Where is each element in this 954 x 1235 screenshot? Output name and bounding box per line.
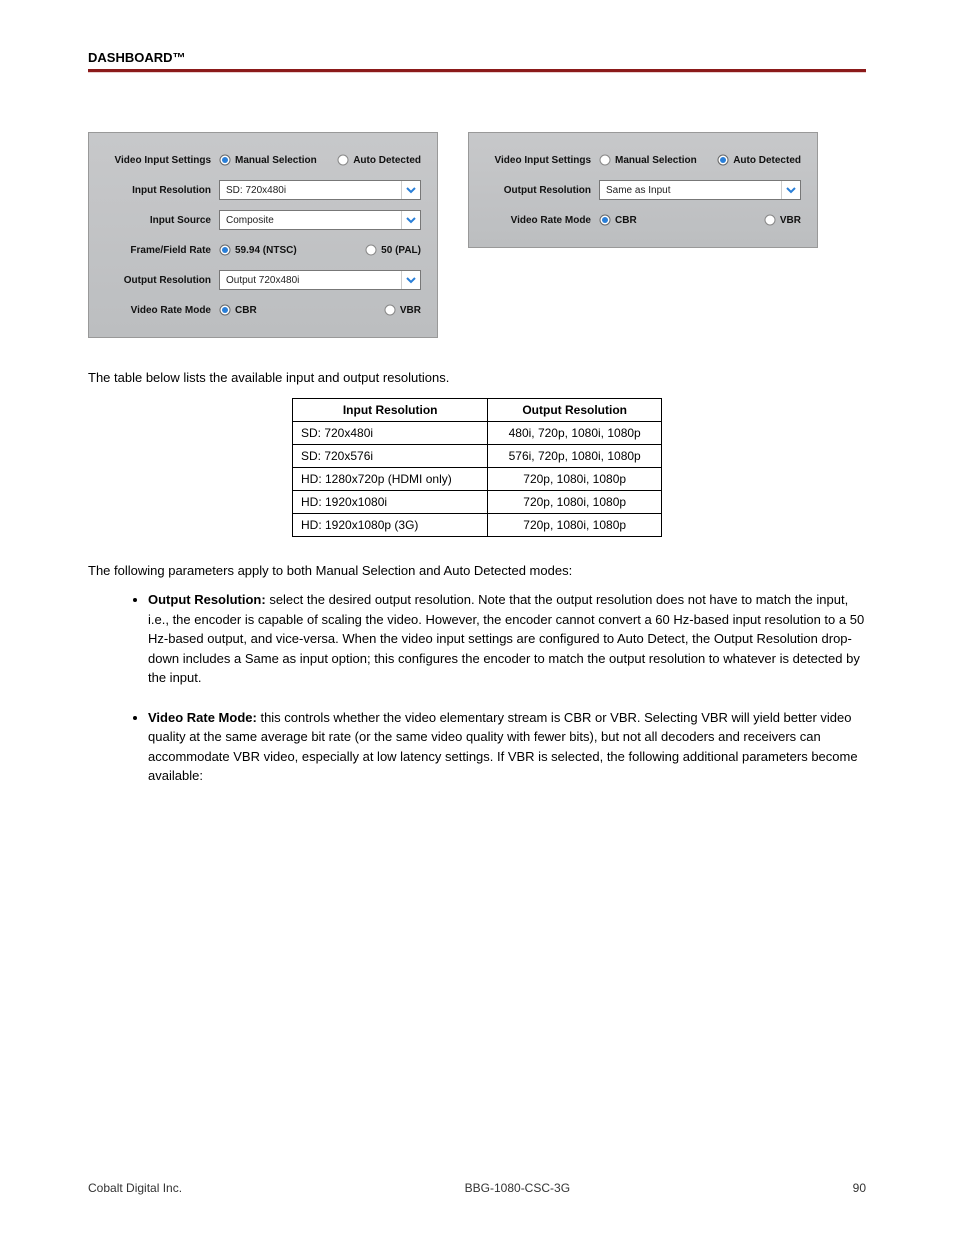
- select-input-resolution[interactable]: SD: 720x480i: [219, 180, 421, 200]
- radio-label: 59.94 (NTSC): [235, 245, 297, 256]
- bullet-list: Output Resolution: select the desired ou…: [88, 590, 866, 786]
- radio-label: Auto Detected: [353, 155, 421, 166]
- table-intro-text: The table below lists the available inpu…: [88, 368, 866, 388]
- label-video-input-settings: Video Input Settings: [485, 155, 599, 166]
- radio-auto-detected[interactable]: Auto Detected: [337, 154, 421, 166]
- table-cell-output: 720p, 1080i, 1080p: [488, 467, 662, 490]
- table-row: HD: 1920x1080i 720p, 1080i, 1080p: [293, 490, 662, 513]
- panel-auto: Video Input Settings Manual Selection Au…: [468, 132, 818, 248]
- label-video-input-settings: Video Input Settings: [105, 155, 219, 166]
- radio-cbr[interactable]: CBR: [599, 214, 637, 226]
- select-value: SD: 720x480i: [220, 185, 401, 196]
- radio-label: Auto Detected: [733, 155, 801, 166]
- table-header-input: Input Resolution: [293, 398, 488, 421]
- radio-manual-selection[interactable]: Manual Selection: [219, 154, 317, 166]
- table-row: SD: 720x576i 576i, 720p, 1080i, 1080p: [293, 444, 662, 467]
- radio-label: VBR: [400, 305, 421, 316]
- table-row: HD: 1920x1080p (3G) 720p, 1080i, 1080p: [293, 513, 662, 536]
- select-value: Composite: [220, 215, 401, 226]
- radio-unselected-icon: [764, 214, 776, 226]
- radio-ntsc[interactable]: 59.94 (NTSC): [219, 244, 297, 256]
- table-cell-input: HD: 1920x1080i: [293, 490, 488, 513]
- radio-unselected-icon: [384, 304, 396, 316]
- radio-selected-icon: [219, 154, 231, 166]
- page-footer: Cobalt Digital Inc. BBG-1080-CSC-3G 90: [88, 1181, 866, 1195]
- chevron-down-icon: [401, 271, 420, 289]
- table-cell-output: 720p, 1080i, 1080p: [488, 490, 662, 513]
- resolution-table: Input Resolution Output Resolution SD: 7…: [292, 398, 662, 537]
- label-output-resolution: Output Resolution: [105, 275, 219, 286]
- chevron-down-icon: [781, 181, 800, 199]
- radio-pal[interactable]: 50 (PAL): [365, 244, 421, 256]
- label-output-resolution: Output Resolution: [485, 185, 599, 196]
- label-frame-field-rate: Frame/Field Rate: [105, 245, 219, 256]
- panel-manual: Video Input Settings Manual Selection Au…: [88, 132, 438, 338]
- radio-selected-icon: [219, 244, 231, 256]
- select-value: Output 720x480i: [220, 275, 401, 286]
- select-input-source[interactable]: Composite: [219, 210, 421, 230]
- select-output-resolution[interactable]: Output 720x480i: [219, 270, 421, 290]
- page-header-title: DASHBOARD™: [88, 50, 186, 65]
- radio-unselected-icon: [337, 154, 349, 166]
- radio-unselected-icon: [599, 154, 611, 166]
- table-row: HD: 1280x720p (HDMI only) 720p, 1080i, 1…: [293, 467, 662, 490]
- table-cell-output: 576i, 720p, 1080i, 1080p: [488, 444, 662, 467]
- radio-label: Manual Selection: [235, 155, 317, 166]
- label-input-resolution: Input Resolution: [105, 185, 219, 196]
- footer-product: BBG-1080-CSC-3G: [465, 1181, 570, 1195]
- radio-selected-icon: [219, 304, 231, 316]
- bullet-video-rate-mode: Video Rate Mode: this controls whether t…: [148, 708, 866, 786]
- radio-selected-icon: [599, 214, 611, 226]
- radio-vbr[interactable]: VBR: [384, 304, 421, 316]
- radio-vbr[interactable]: VBR: [764, 214, 801, 226]
- table-cell-input: SD: 720x480i: [293, 421, 488, 444]
- chevron-down-icon: [401, 211, 420, 229]
- bullet-lead: Video Rate Mode:: [148, 710, 257, 725]
- select-value: Same as Input: [600, 185, 781, 196]
- section-lead-text: The following parameters apply to both M…: [88, 561, 866, 581]
- radio-selected-icon: [717, 154, 729, 166]
- table-cell-input: HD: 1280x720p (HDMI only): [293, 467, 488, 490]
- footer-company: Cobalt Digital Inc.: [88, 1181, 182, 1195]
- label-input-source: Input Source: [105, 215, 219, 226]
- bullet-output-resolution: Output Resolution: select the desired ou…: [148, 590, 866, 688]
- chevron-down-icon: [401, 181, 420, 199]
- radio-auto-detected[interactable]: Auto Detected: [717, 154, 801, 166]
- table-cell-output: 720p, 1080i, 1080p: [488, 513, 662, 536]
- radio-label: CBR: [235, 305, 257, 316]
- radio-cbr[interactable]: CBR: [219, 304, 257, 316]
- radio-manual-selection[interactable]: Manual Selection: [599, 154, 697, 166]
- radio-label: CBR: [615, 215, 637, 226]
- label-video-rate-mode: Video Rate Mode: [485, 215, 599, 226]
- header-rule: [88, 69, 866, 73]
- radio-label: Manual Selection: [615, 155, 697, 166]
- table-row: SD: 720x480i 480i, 720p, 1080i, 1080p: [293, 421, 662, 444]
- label-video-rate-mode: Video Rate Mode: [105, 305, 219, 316]
- radio-label: 50 (PAL): [381, 245, 421, 256]
- settings-panels: Video Input Settings Manual Selection Au…: [88, 132, 866, 338]
- table-header-output: Output Resolution: [488, 398, 662, 421]
- table-cell-input: HD: 1920x1080p (3G): [293, 513, 488, 536]
- radio-unselected-icon: [365, 244, 377, 256]
- table-cell-input: SD: 720x576i: [293, 444, 488, 467]
- table-cell-output: 480i, 720p, 1080i, 1080p: [488, 421, 662, 444]
- radio-label: VBR: [780, 215, 801, 226]
- bullet-lead: Output Resolution:: [148, 592, 266, 607]
- footer-page: 90: [853, 1181, 866, 1195]
- select-output-resolution[interactable]: Same as Input: [599, 180, 801, 200]
